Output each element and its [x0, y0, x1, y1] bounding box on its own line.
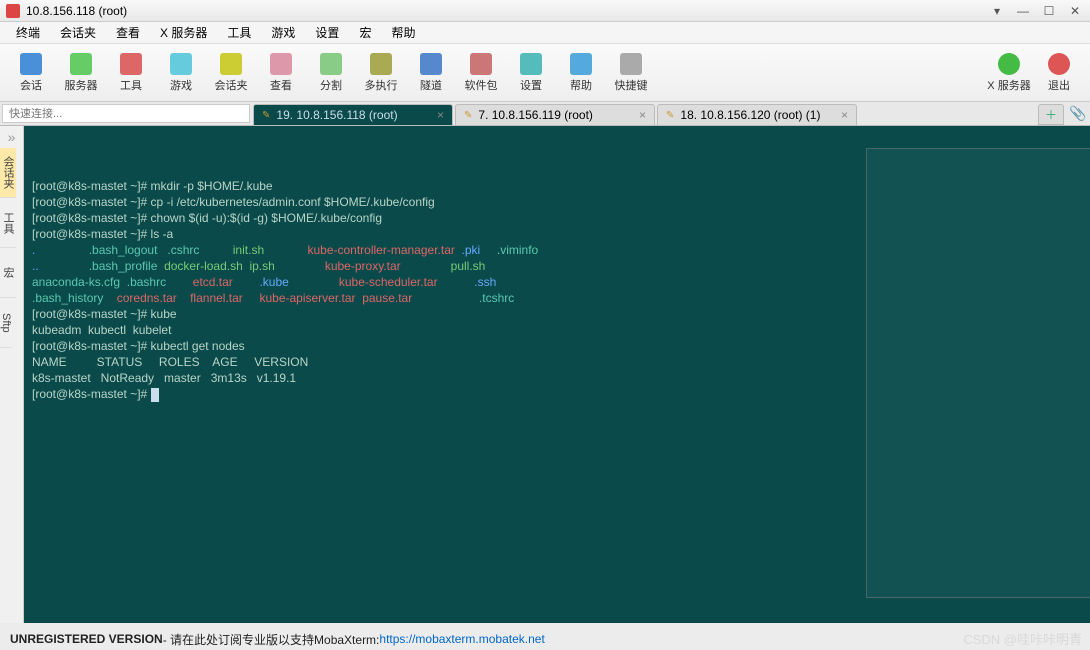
sidebar-Sftp[interactable]: Sftp	[0, 298, 12, 348]
toolbar-icon	[470, 53, 492, 75]
toolbar-icon	[220, 53, 242, 75]
toolbar-退出[interactable]: 退出	[1034, 47, 1084, 99]
toolbar-会话[interactable]: 会话	[6, 47, 56, 99]
tabbar: ✎ 19. 10.8.156.118 (root) × ✎ 7. 10.8.156.11…	[0, 102, 1090, 126]
unregistered-label: UNREGISTERED VERSION	[10, 632, 163, 646]
toolbar-帮助[interactable]: 帮助	[556, 47, 606, 99]
toolbar-label: 会话夹	[215, 77, 248, 93]
toolbar-icon	[320, 53, 342, 75]
watermark: CSDN @哇咔咔明青	[963, 629, 1082, 648]
footer: UNREGISTERED VERSION - 请在此处订阅专业版以支持MobaX…	[10, 630, 1080, 648]
menu-2[interactable]: 查看	[108, 22, 148, 43]
toolbar-label: 分割	[320, 77, 342, 93]
menu-0[interactable]: 终端	[8, 22, 48, 43]
window-buttons: ▾ — ☐ ✕	[988, 4, 1084, 18]
tab-close-icon[interactable]: ×	[437, 108, 444, 122]
quick-connect-input[interactable]	[2, 104, 250, 123]
toolbar-label: 工具	[120, 77, 142, 93]
app-icon	[6, 4, 20, 18]
toolbar-软件包[interactable]: 软件包	[456, 47, 506, 99]
tab-1[interactable]: ✎ 7. 10.8.156.119 (root) ×	[455, 104, 655, 125]
menu-5[interactable]: 游戏	[263, 22, 303, 43]
toolbar-分割[interactable]: 分割	[306, 47, 356, 99]
pen-icon: ✎	[262, 110, 270, 121]
sidebar-collapse-icon[interactable]: »	[0, 126, 23, 148]
add-tab-button[interactable]: ＋	[1038, 104, 1064, 125]
tab-close-icon[interactable]: ×	[639, 108, 646, 122]
toolbar-icon	[520, 53, 542, 75]
toolbar-label: 设置	[520, 77, 542, 93]
close-button[interactable]: ✕	[1066, 4, 1084, 18]
toolbar-会话夹[interactable]: 会话夹	[206, 47, 256, 99]
toolbar-icon	[270, 53, 292, 75]
toolbar-查看[interactable]: 查看	[256, 47, 306, 99]
terminal[interactable]: [root@k8s-mastet ~]# mkdir -p $HOME/.kub…	[24, 126, 1090, 623]
pen-icon: ✎	[666, 110, 674, 121]
toolbar-label: 多执行	[365, 77, 398, 93]
toolbar-工具[interactable]: 工具	[106, 47, 156, 99]
paperclip-icon[interactable]: 📎	[1066, 102, 1090, 125]
window-title: 10.8.156.118 (root)	[26, 4, 127, 18]
main-area: » 会话夹工具宏Sftp [root@k8s-mastet ~]# mkdir …	[0, 126, 1090, 623]
maximize-button[interactable]: ☐	[1040, 4, 1058, 18]
toolbar-label: 查看	[270, 77, 292, 93]
tab-label: 18. 10.8.156.120 (root) (1)	[680, 108, 820, 122]
menubar: 终端会话夹查看X 服务器工具游戏设置宏帮助	[0, 22, 1090, 44]
menu-8[interactable]: 帮助	[383, 22, 423, 43]
pen-icon: ✎	[464, 110, 472, 121]
menu-4[interactable]: 工具	[219, 22, 259, 43]
toolbar-label: 隧道	[420, 77, 442, 93]
menu-6[interactable]: 设置	[307, 22, 347, 43]
sidebar-宏[interactable]: 宏	[0, 248, 16, 298]
tab-close-icon[interactable]: ×	[841, 108, 848, 122]
toolbar-icon	[70, 53, 92, 75]
background-window-ghost	[866, 148, 1090, 598]
toolbar-icon	[570, 53, 592, 75]
tab-label: 19. 10.8.156.118 (root)	[276, 108, 397, 122]
toolbar-隧道[interactable]: 隧道	[406, 47, 456, 99]
tab-label: 7. 10.8.156.119 (root)	[478, 108, 593, 122]
menu-1[interactable]: 会话夹	[52, 22, 104, 43]
toolbar-label: 游戏	[170, 77, 192, 93]
toolbar: 会话 服务器 工具 游戏 会话夹 查看 分割 多执行 隧道 软件包 设置 帮助 快捷键 X 服务器退出	[0, 44, 1090, 102]
titlebar: 10.8.156.118 (root) ▾ — ☐ ✕	[0, 0, 1090, 22]
toolbar-label: 快捷键	[615, 77, 648, 93]
menu-7[interactable]: 宏	[351, 22, 379, 43]
toolbar-icon	[170, 53, 192, 75]
toolbar-icon	[620, 53, 642, 75]
sidebar: » 会话夹工具宏Sftp	[0, 126, 24, 623]
toolbar-多执行[interactable]: 多执行	[356, 47, 406, 99]
toolbar-icon	[370, 53, 392, 75]
toolbar-设置[interactable]: 设置	[506, 47, 556, 99]
footer-link[interactable]: https://mobaxterm.mobatek.net	[379, 632, 544, 646]
toolbar-X 服务器[interactable]: X 服务器	[984, 47, 1034, 99]
sidebar-会话夹[interactable]: 会话夹	[0, 148, 16, 198]
menu-3[interactable]: X 服务器	[152, 22, 215, 43]
toolbar-游戏[interactable]: 游戏	[156, 47, 206, 99]
toolbar-label: 软件包	[465, 77, 498, 93]
tab-2[interactable]: ✎ 18. 10.8.156.120 (root) (1) ×	[657, 104, 857, 125]
toolbar-label: 服务器	[65, 77, 98, 93]
toolbar-快捷键[interactable]: 快捷键	[606, 47, 656, 99]
toolbar-服务器[interactable]: 服务器	[56, 47, 106, 99]
toolbar-label: 帮助	[570, 77, 592, 93]
footer-text: - 请在此处订阅专业版以支持MobaXterm:	[163, 631, 380, 648]
settings-caret-icon[interactable]: ▾	[988, 4, 1006, 18]
toolbar-label: 会话	[20, 77, 42, 93]
toolbar-icon	[120, 53, 142, 75]
sidebar-工具[interactable]: 工具	[0, 198, 16, 248]
toolbar-icon	[420, 53, 442, 75]
tab-0[interactable]: ✎ 19. 10.8.156.118 (root) ×	[253, 104, 453, 125]
toolbar-icon	[20, 53, 42, 75]
minimize-button[interactable]: —	[1014, 4, 1032, 18]
